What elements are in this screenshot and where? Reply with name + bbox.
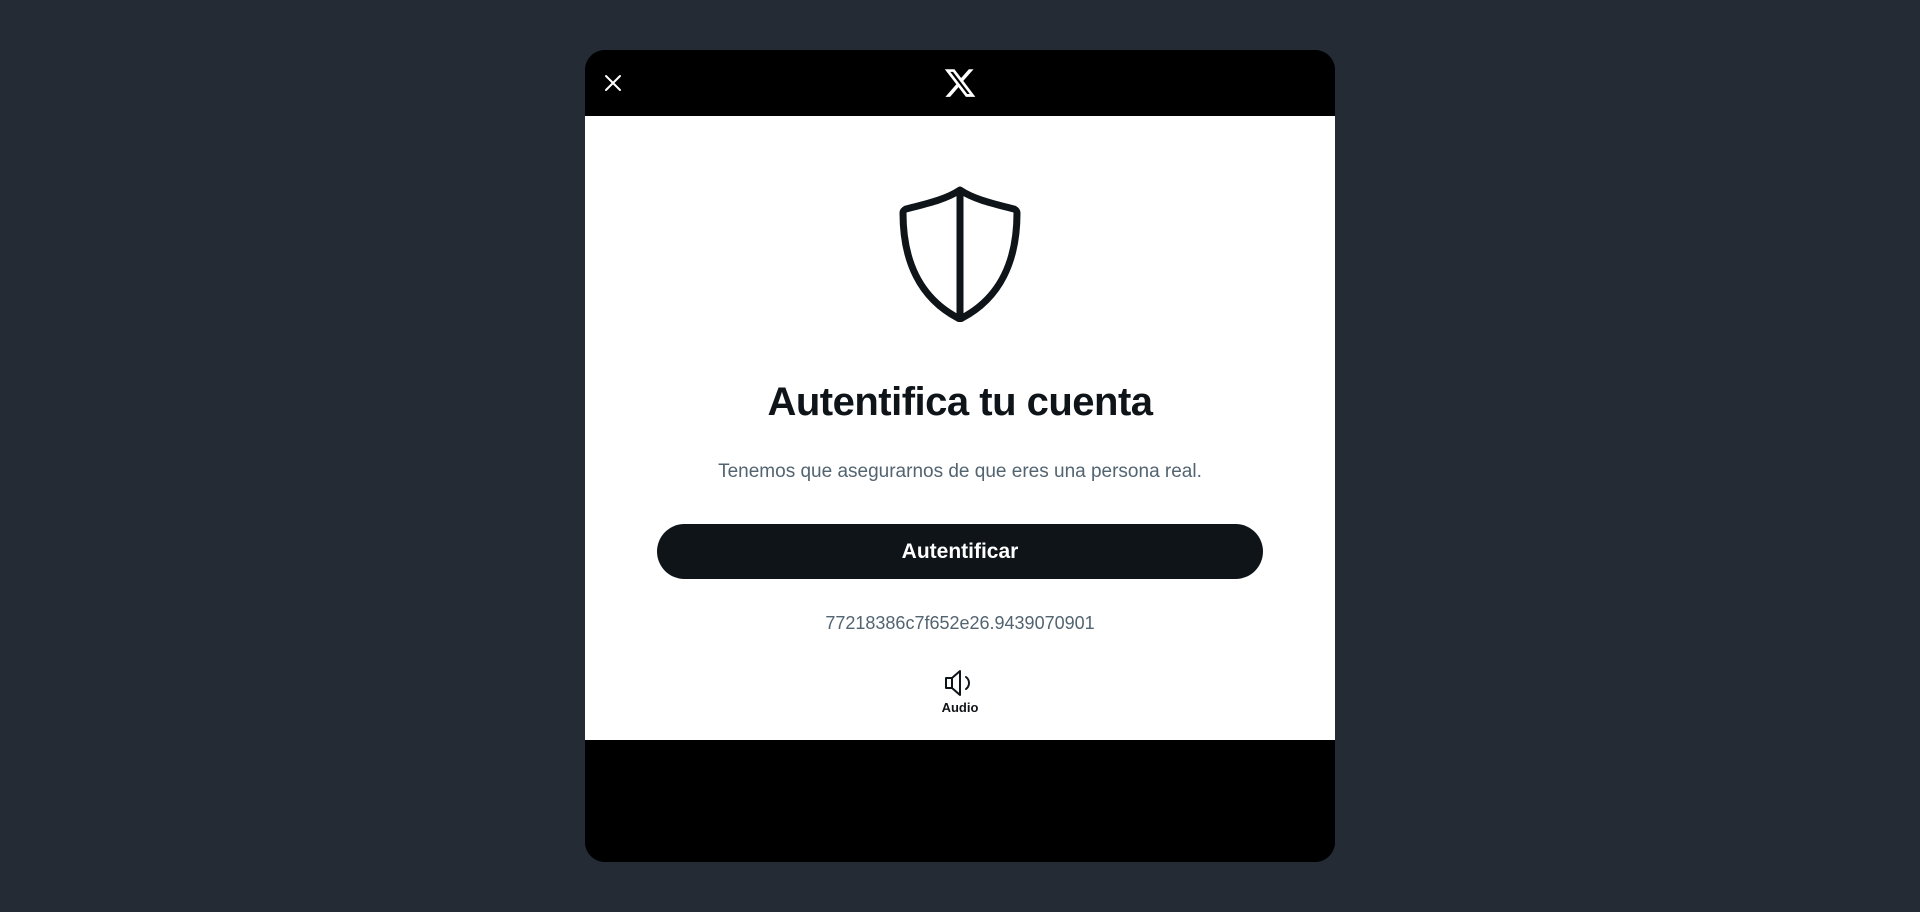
page-title: Autentifica tu cuenta <box>767 380 1153 424</box>
shield-icon <box>899 186 1021 322</box>
x-logo-icon <box>942 65 978 101</box>
audio-label: Audio <box>941 700 979 715</box>
audio-button[interactable]: Audio <box>928 668 992 724</box>
auth-modal: Autentifica tu cuenta Tenemos que asegur… <box>585 50 1335 862</box>
close-button[interactable] <box>595 65 631 101</box>
close-icon <box>605 75 621 91</box>
page-subtitle: Tenemos que asegurarnos de que eres una … <box>718 461 1202 482</box>
session-id: 77218386c7f652e26.9439070901 <box>825 613 1095 633</box>
modal-footer <box>585 740 1335 862</box>
modal-header <box>585 50 1335 116</box>
authenticate-button[interactable]: Autentificar <box>657 524 1263 579</box>
auth-panel: Autentifica tu cuenta Tenemos que asegur… <box>585 116 1335 740</box>
speaker-icon <box>945 670 970 696</box>
